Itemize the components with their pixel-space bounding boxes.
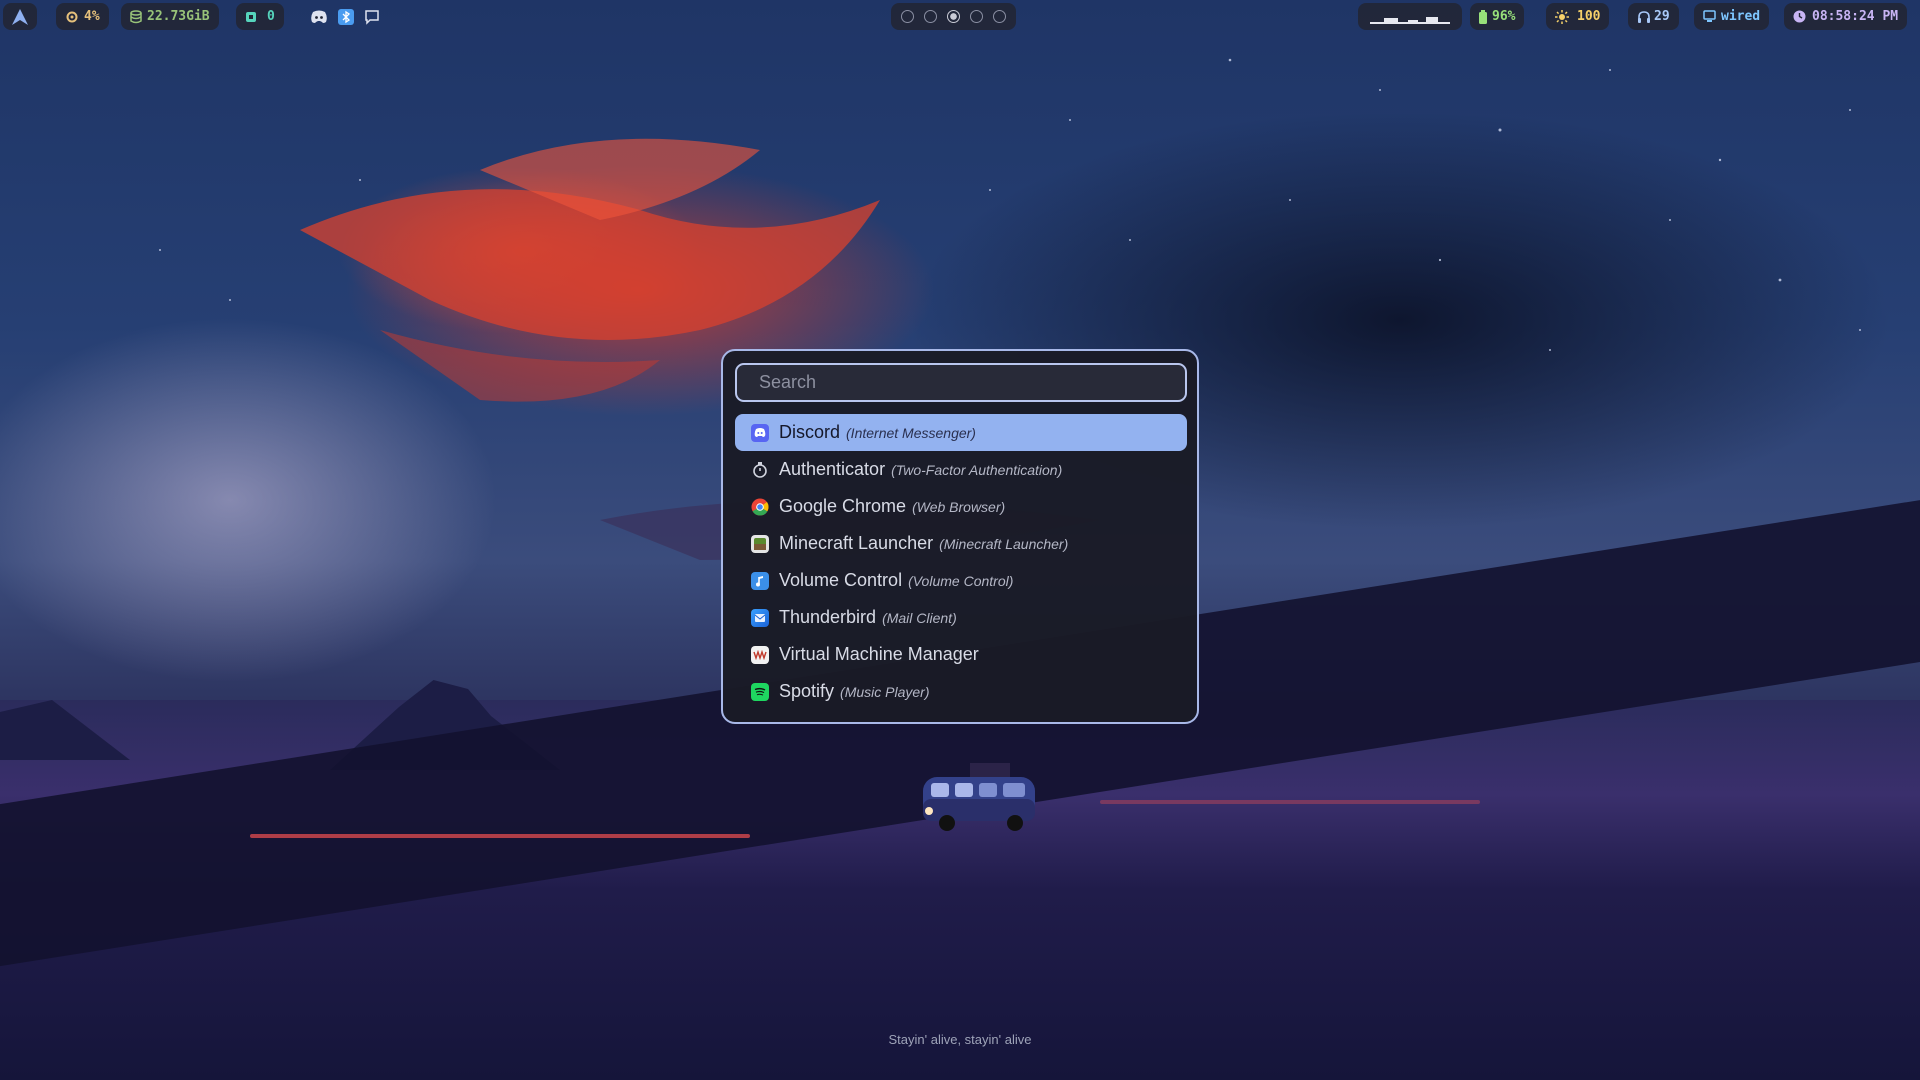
authenticator-icon: [751, 461, 769, 479]
launcher-item-name: Google Chrome: [779, 496, 907, 516]
launcher-item-google-chrome[interactable]: Google Chrome (Web Browser): [735, 488, 1187, 525]
launcher-item-desc: (Web Browser): [912, 498, 1006, 515]
discord-icon: [751, 423, 769, 442]
workspace-5[interactable]: [993, 10, 1006, 23]
notification-count: 0: [267, 9, 275, 24]
volume-control-icon: [751, 571, 769, 590]
cpu-widget[interactable]: 4%: [56, 3, 109, 30]
launcher-item-virtual-machine-manager[interactable]: Virtual Machine Manager: [735, 636, 1187, 673]
audio-visualizer-icon: [1370, 16, 1450, 24]
launcher-item-desc: (Mail Client): [882, 609, 957, 626]
brightness-level: 100: [1577, 9, 1601, 24]
thunderbird-icon: [751, 608, 769, 627]
launcher-item-name: Minecraft Launcher: [779, 533, 934, 553]
chip-icon: [246, 11, 256, 22]
battery-icon: [1479, 9, 1487, 24]
launcher-item-name: Spotify: [779, 681, 835, 701]
horizon-glow: [1100, 800, 1480, 804]
cpu-gear-icon: [66, 11, 78, 22]
minecraft-icon: [751, 534, 769, 553]
launcher-item-discord[interactable]: Discord (Internet Messenger): [735, 414, 1187, 451]
desktop-caption: Stayin' alive, stayin' alive: [888, 1032, 1032, 1047]
arch-launcher-button[interactable]: [3, 3, 37, 30]
launcher-item-name: Authenticator: [779, 459, 886, 479]
van-illustration: [923, 763, 1035, 831]
launcher-item-desc: (Internet Messenger): [846, 424, 976, 441]
launcher-item-desc: (Music Player): [840, 683, 930, 700]
results-list: Discord (Internet Messenger) Authenticat…: [735, 414, 1187, 710]
workspace-4[interactable]: [970, 10, 983, 23]
top-bar: 4% 22.73GiB 0 96% 100 29 wired 08:58:24 …: [0, 0, 1920, 34]
launcher-item-name: Thunderbird: [779, 607, 877, 627]
tray-widget: [301, 3, 389, 30]
launcher-item-minecraft-launcher[interactable]: Minecraft Launcher (Minecraft Launcher): [735, 525, 1187, 562]
notification-widget[interactable]: 0: [236, 3, 284, 30]
bluetooth-tray-icon[interactable]: [338, 8, 354, 25]
app-launcher: Discord (Internet Messenger) Authenticat…: [721, 349, 1199, 724]
search-input[interactable]: [735, 363, 1187, 402]
discord-tray-icon[interactable]: [310, 10, 328, 24]
clock-widget[interactable]: 08:58:24 PM: [1784, 3, 1908, 30]
database-icon: [130, 9, 142, 23]
launcher-item-thunderbird[interactable]: Thunderbird (Mail Client): [735, 599, 1187, 636]
launcher-item-spotify[interactable]: Spotify (Music Player): [735, 673, 1187, 710]
launcher-item-name: Virtual Machine Manager: [779, 644, 979, 664]
launcher-item-name: Discord: [779, 422, 841, 442]
workspace-switcher: [891, 3, 1016, 30]
virt-manager-icon: [751, 645, 769, 664]
headset-battery: 29: [1654, 9, 1670, 24]
chrome-icon: [751, 498, 769, 516]
cpu-usage: 4%: [84, 9, 100, 24]
clock-icon: [1793, 10, 1806, 23]
brightness-widget[interactable]: 100: [1546, 3, 1610, 30]
launcher-item-desc: (Minecraft Launcher): [939, 535, 1069, 552]
launcher-item-desc: (Volume Control): [908, 572, 1014, 589]
horizon-glow: [250, 834, 750, 838]
workspace-2[interactable]: [924, 10, 937, 23]
launcher-item-name: Volume Control: [779, 570, 903, 590]
media-visualizer[interactable]: [1358, 3, 1462, 30]
headset-widget[interactable]: 29: [1628, 3, 1679, 30]
workspace-3[interactable]: [947, 10, 960, 23]
headphones-icon: [1638, 10, 1650, 23]
battery-widget[interactable]: 96%: [1470, 3, 1525, 30]
battery-level: 96%: [1492, 9, 1516, 24]
workspace-1[interactable]: [901, 10, 914, 23]
memory-usage: 22.73GiB: [147, 9, 210, 24]
clock-time: 08:58:24 PM: [1812, 9, 1899, 24]
spotify-icon: [751, 682, 769, 701]
launcher-item-desc: (Two-Factor Authentication): [891, 461, 1063, 478]
launcher-item-authenticator[interactable]: Authenticator (Two-Factor Authentication…: [735, 451, 1187, 488]
ethernet-icon: [1703, 10, 1716, 22]
network-widget[interactable]: wired: [1694, 3, 1770, 30]
brightness-sun-icon: [1555, 9, 1569, 24]
memory-widget[interactable]: 22.73GiB: [121, 3, 219, 30]
network-status: wired: [1721, 9, 1761, 24]
arch-logo-icon: [12, 8, 28, 25]
chat-tray-icon[interactable]: [364, 9, 380, 25]
launcher-item-volume-control[interactable]: Volume Control (Volume Control): [735, 562, 1187, 599]
